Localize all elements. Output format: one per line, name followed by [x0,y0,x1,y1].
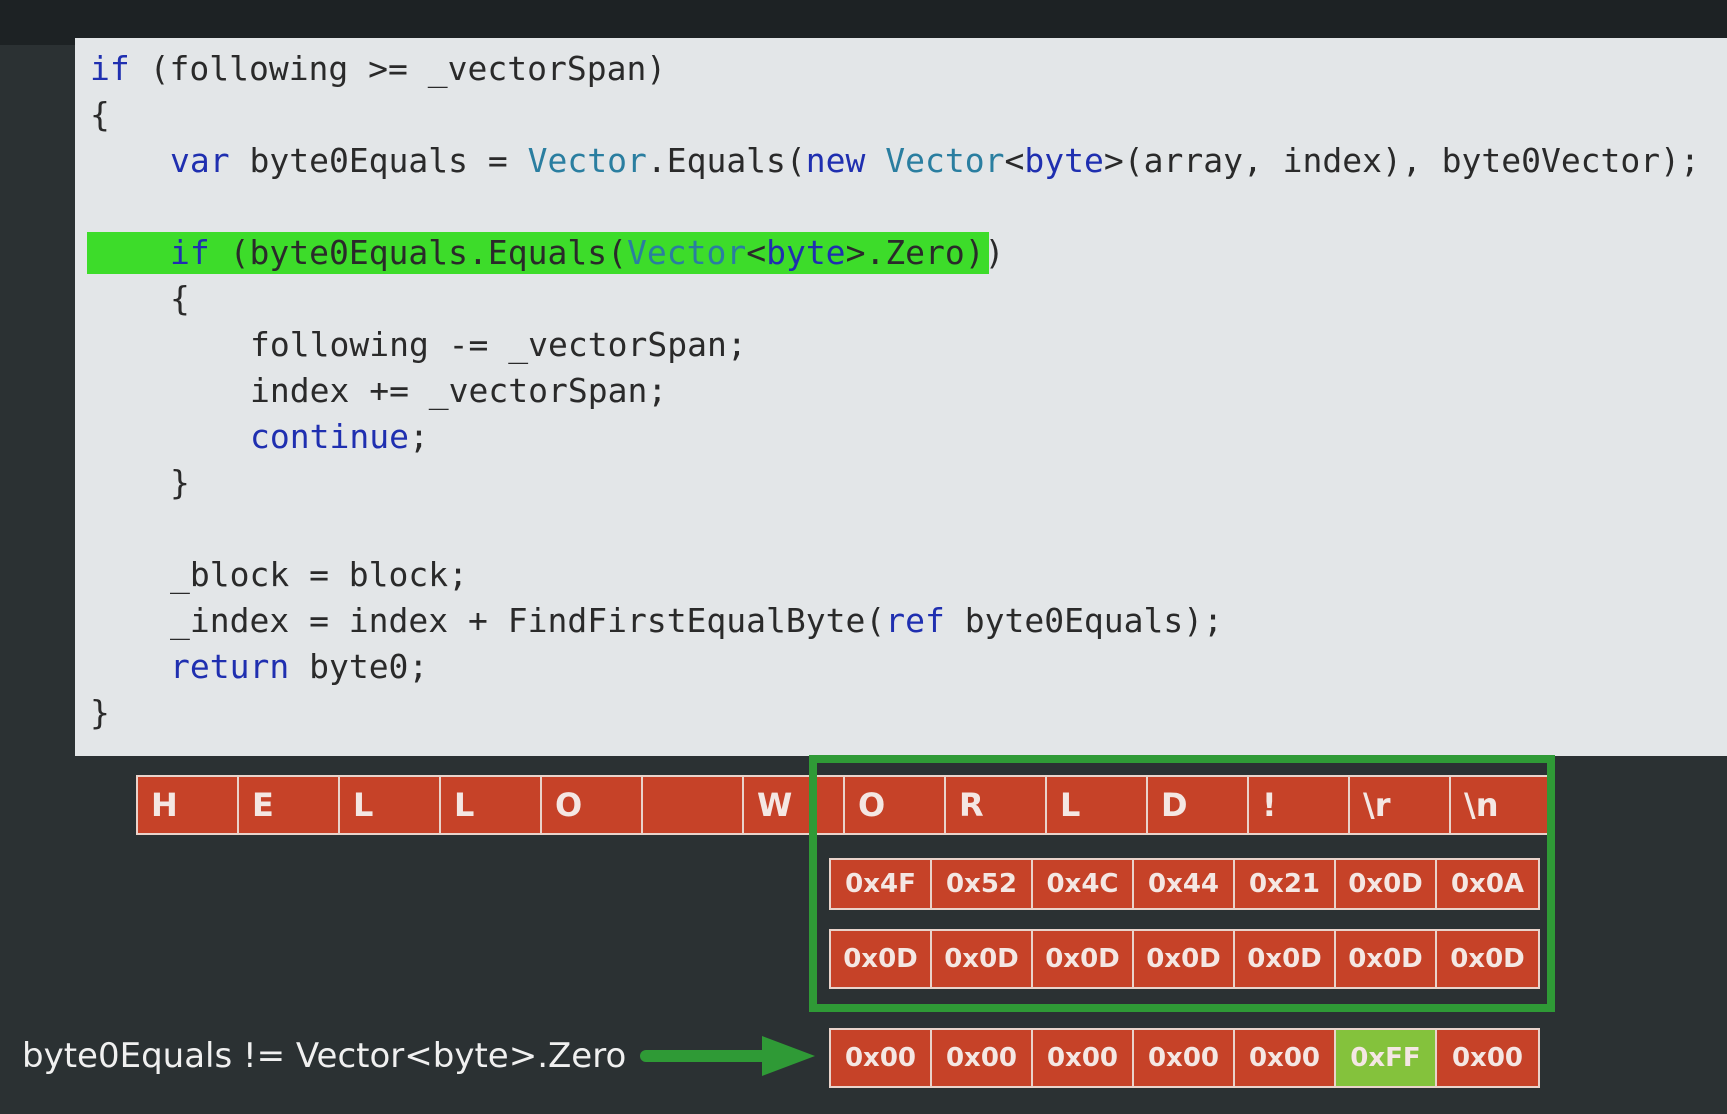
code-line: { [90,92,1727,138]
comparison-caption: byte0Equals != Vector<byte>.Zero [22,1036,627,1076]
char-cell: H [138,777,239,833]
code-line: continue; [90,414,1727,460]
code-line: _index = index + FindFirstEqualByte(ref … [90,598,1727,644]
code-keyword: continue [250,417,409,456]
code-line: } [90,690,1727,736]
code-type: Vector [885,141,1005,180]
char-cell: O [542,777,643,833]
code-text: .Equals( [646,141,806,180]
right-arrow-icon [640,1036,815,1076]
code-keyword: if [90,49,130,88]
code-text: >.Zero)) [845,233,1005,272]
code-text: byte0Equals = [229,141,528,180]
code-line: } [90,460,1727,506]
code-type: Vector [626,233,747,272]
char-cell: L [441,777,542,833]
result-cell: 0x00 [1033,1030,1134,1086]
code-keyword: byte [766,233,846,272]
code-keyword: return [170,647,290,686]
code-text: ; [408,417,429,456]
code-panel: if (following >= _vectorSpan){var byte0E… [75,38,1727,756]
vector-frame [809,755,1555,1012]
code-line: index += _vectorSpan; [90,368,1727,414]
code-keyword: var [170,141,230,180]
result-cell: 0x00 [1134,1030,1235,1086]
code-text: >(array, index), byte0Vector); [1103,141,1700,180]
code-line: _block = block; [90,552,1727,598]
code-type: Vector [527,141,647,180]
result-cell: 0x00 [932,1030,1033,1086]
code-text: byte0Equals); [944,601,1224,640]
code-text: following -= _vectorSpan; [250,325,747,364]
code-text: _block = block; [170,555,469,594]
code-text: _index = index + FindFirstEqualByte( [170,601,886,640]
code-line: following -= _vectorSpan; [90,322,1727,368]
code-text: index += _vectorSpan; [250,371,668,410]
char-cell [643,777,744,833]
result-row: 0x00 0x00 0x00 0x00 0x00 0xFF 0x00 [829,1028,1540,1088]
code-line-highlighted: if (byte0Equals.Equals(Vector<byte>.Zero… [87,230,1727,276]
result-cell: 0x00 [1235,1030,1336,1086]
result-cell-match: 0xFF [1336,1030,1437,1086]
char-cell: E [239,777,340,833]
code-keyword: new [805,141,866,180]
code-text: (byte0Equals.Equals( [209,233,627,272]
code-text: (following >= _vectorSpan) [129,49,667,88]
result-cell: 0x00 [1451,1043,1524,1073]
code-keyword: ref [885,601,945,640]
code-line: { [90,276,1727,322]
code-keyword: byte [1024,141,1104,180]
code-text: < [746,233,767,272]
code-keyword: if [170,233,210,272]
code-text: { [90,95,110,134]
code-text: byte0; [289,647,429,686]
code-text: < [1004,141,1025,180]
result-cell: 0x00 [831,1030,932,1086]
code-line: if (following >= _vectorSpan) [90,46,1727,92]
code-text: } [90,693,110,732]
code-text: { [170,279,190,318]
code-text: } [170,463,190,502]
code-line: var byte0Equals = Vector.Equals(new Vect… [90,138,1727,184]
char-cell: L [340,777,441,833]
code-line: return byte0; [90,644,1727,690]
